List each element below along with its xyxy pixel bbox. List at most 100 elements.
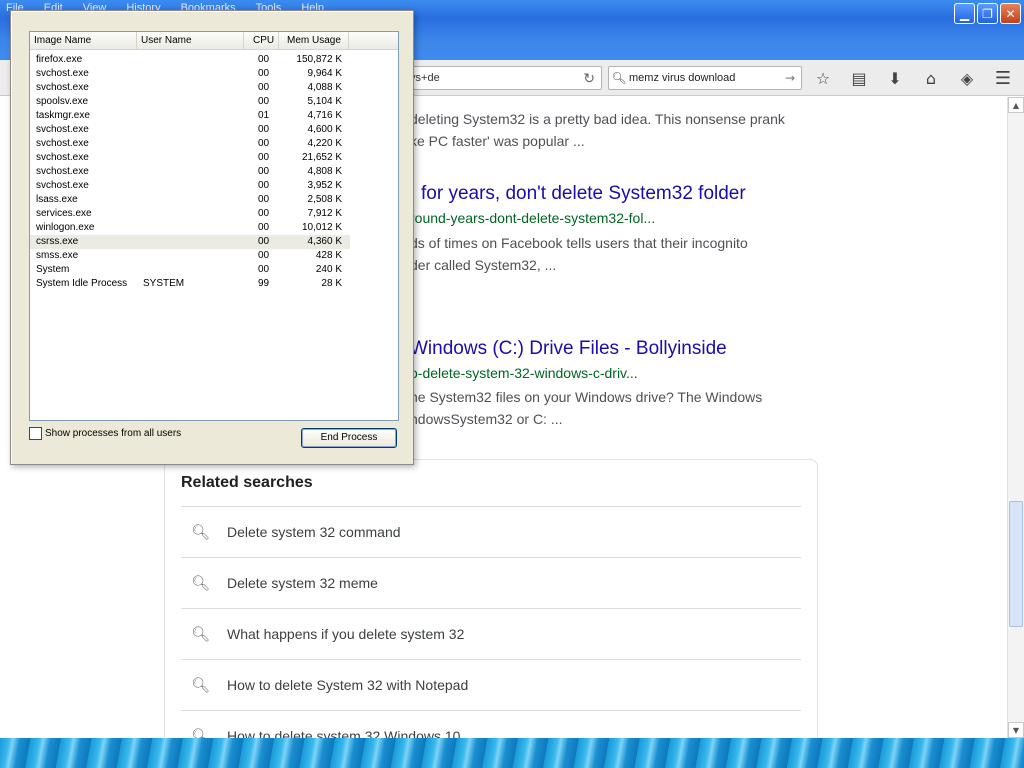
related-search-text: Delete system 32 command (227, 524, 401, 540)
search-icon: 🔍︎ (191, 574, 211, 592)
search-icon: 🔍︎ (191, 523, 211, 541)
process-name: lsass.exe (36, 194, 78, 205)
column-cpu[interactable]: CPU (244, 32, 279, 50)
process-user: SYSTEM (143, 278, 185, 289)
page-scrollbar[interactable]: ▲ ▼ (1007, 97, 1024, 738)
task-manager-window: Image Name User Name CPU Mem Usage firef… (10, 10, 414, 465)
process-cpu: 00 (258, 54, 270, 65)
result-title-link[interactable]: for years, don't delete System32 folder (421, 183, 746, 205)
related-search-text: How to delete System 32 with Notepad (227, 677, 469, 693)
related-search-text: How to delete system 32 Windows 10 (227, 728, 461, 738)
process-row[interactable]: spoolsv.exe 00 5,104 K (30, 95, 350, 109)
process-row[interactable]: svchost.exe 00 9,964 K (30, 67, 350, 81)
process-cpu: 00 (258, 208, 270, 219)
related-search-item[interactable]: 🔍︎ How to delete system 32 Windows 10 (181, 710, 801, 738)
process-name: svchost.exe (36, 82, 89, 93)
show-all-processes[interactable]: Show processes from all users (29, 427, 181, 440)
close-button[interactable]: ✕ (1000, 3, 1021, 24)
pocket-icon[interactable]: ◈ (954, 66, 980, 90)
search-icon: 🔍︎ (191, 625, 211, 643)
show-all-checkbox[interactable] (29, 427, 42, 440)
process-row[interactable]: lsass.exe 00 2,508 K (30, 193, 350, 207)
process-cpu: 01 (258, 110, 270, 121)
search-query: memz virus download (629, 72, 736, 84)
process-name: winlogon.exe (36, 222, 95, 233)
process-cpu: 00 (258, 180, 270, 191)
process-name: firefox.exe (36, 54, 83, 65)
process-list[interactable]: Image Name User Name CPU Mem Usage firef… (29, 31, 399, 421)
process-row[interactable]: System Idle Process SYSTEM 99 28 K (30, 277, 350, 291)
result-title-link[interactable]: Windows (C:) Drive Files - Bollyinside (410, 338, 727, 360)
bookmark-star-icon[interactable]: ☆ (810, 66, 836, 90)
process-row[interactable]: svchost.exe 00 4,600 K (30, 123, 350, 137)
scroll-thumb[interactable] (1009, 501, 1023, 627)
process-row[interactable]: svchost.exe 00 4,088 K (30, 81, 350, 95)
search-icon: 🔍︎ (191, 727, 211, 738)
reload-icon[interactable]: ↻ (583, 67, 595, 89)
result-snippet: ndowsSystem32 or C: ... (410, 411, 563, 427)
related-search-item[interactable]: 🔍︎ Delete system 32 command (181, 506, 801, 557)
downloads-icon[interactable]: ⬇ (882, 66, 908, 90)
process-mem: 4,808 K (307, 166, 342, 177)
process-cpu: 00 (258, 194, 270, 205)
process-row[interactable]: System 00 240 K (30, 263, 350, 277)
result-snippet: der called System32, ... (410, 257, 557, 273)
process-row[interactable]: winlogon.exe 00 10,012 K (30, 221, 350, 235)
process-row[interactable]: smss.exe 00 428 K (30, 249, 350, 263)
home-icon[interactable]: ⌂ (918, 66, 944, 90)
process-name: svchost.exe (36, 166, 89, 177)
process-name: spoolsv.exe (36, 96, 89, 107)
related-search-item[interactable]: 🔍︎ What happens if you delete system 32 (181, 608, 801, 659)
column-image-name[interactable]: Image Name (30, 32, 137, 50)
process-row[interactable]: svchost.exe 00 4,220 K (30, 137, 350, 151)
process-name: smss.exe (36, 250, 79, 261)
result-url[interactable]: o-delete-system-32-windows-c-driv... (410, 365, 638, 381)
result-snippet: ke PC faster' was popular ... (410, 133, 585, 149)
process-mem: 4,088 K (307, 82, 342, 93)
process-mem: 4,716 K (307, 110, 342, 121)
related-search-item[interactable]: 🔍︎ How to delete System 32 with Notepad (181, 659, 801, 710)
related-searches-title: Related searches (181, 474, 313, 491)
process-row[interactable]: taskmgr.exe 01 4,716 K (30, 109, 350, 123)
process-row[interactable]: firefox.exe 00 150,872 K (30, 53, 350, 67)
bookmarks-list-icon[interactable]: ▤ (846, 66, 872, 90)
related-search-text: Delete system 32 meme (227, 575, 378, 591)
search-go-icon[interactable]: → (785, 71, 801, 85)
process-row[interactable]: svchost.exe 00 3,952 K (30, 179, 350, 193)
process-name: System Idle Process (36, 278, 128, 289)
search-icon: 🔍︎ (611, 71, 627, 85)
process-name: System (36, 264, 70, 275)
desktop-wallpaper (0, 738, 1024, 768)
scroll-up-icon[interactable]: ▲ (1008, 97, 1024, 113)
process-row[interactable]: svchost.exe 00 21,652 K (30, 151, 350, 165)
minimize-button[interactable]: ▁ (954, 3, 975, 24)
related-searches-card: Related searches 🔍︎ Delete system 32 com… (164, 459, 818, 738)
search-box[interactable]: 🔍︎ memz virus download → (608, 66, 802, 90)
column-user-name[interactable]: User Name (137, 32, 244, 50)
hamburger-menu-icon[interactable]: ☰ (990, 66, 1016, 90)
result-url[interactable]: round-years-dont-delete-system32-fol... (410, 210, 655, 226)
process-mem: 5,104 K (307, 96, 342, 107)
process-name: svchost.exe (36, 138, 89, 149)
process-cpu: 00 (258, 124, 270, 135)
column-mem-usage[interactable]: Mem Usage (279, 32, 349, 50)
process-mem: 9,964 K (307, 68, 342, 79)
process-mem: 240 K (315, 264, 342, 275)
search-icon: 🔍︎ (191, 676, 211, 694)
related-search-text: What happens if you delete system 32 (227, 626, 465, 642)
process-cpu: 00 (258, 68, 270, 79)
process-mem: 4,220 K (307, 138, 342, 149)
scroll-down-icon[interactable]: ▼ (1008, 722, 1024, 738)
process-row[interactable]: services.exe 00 7,912 K (30, 207, 350, 221)
process-name: svchost.exe (36, 180, 89, 191)
process-row[interactable]: svchost.exe 00 4,808 K (30, 165, 350, 179)
window-controls: ▁ ❐ ✕ (954, 3, 1021, 24)
end-process-button[interactable]: End Process (301, 428, 397, 448)
process-list-header: Image Name User Name CPU Mem Usage (30, 32, 398, 50)
process-cpu: 00 (258, 138, 270, 149)
restore-button[interactable]: ❐ (977, 3, 998, 24)
process-mem: 21,652 K (301, 152, 342, 163)
process-name: svchost.exe (36, 124, 89, 135)
process-row[interactable]: csrss.exe 00 4,360 K (30, 235, 350, 249)
related-search-item[interactable]: 🔍︎ Delete system 32 meme (181, 557, 801, 608)
